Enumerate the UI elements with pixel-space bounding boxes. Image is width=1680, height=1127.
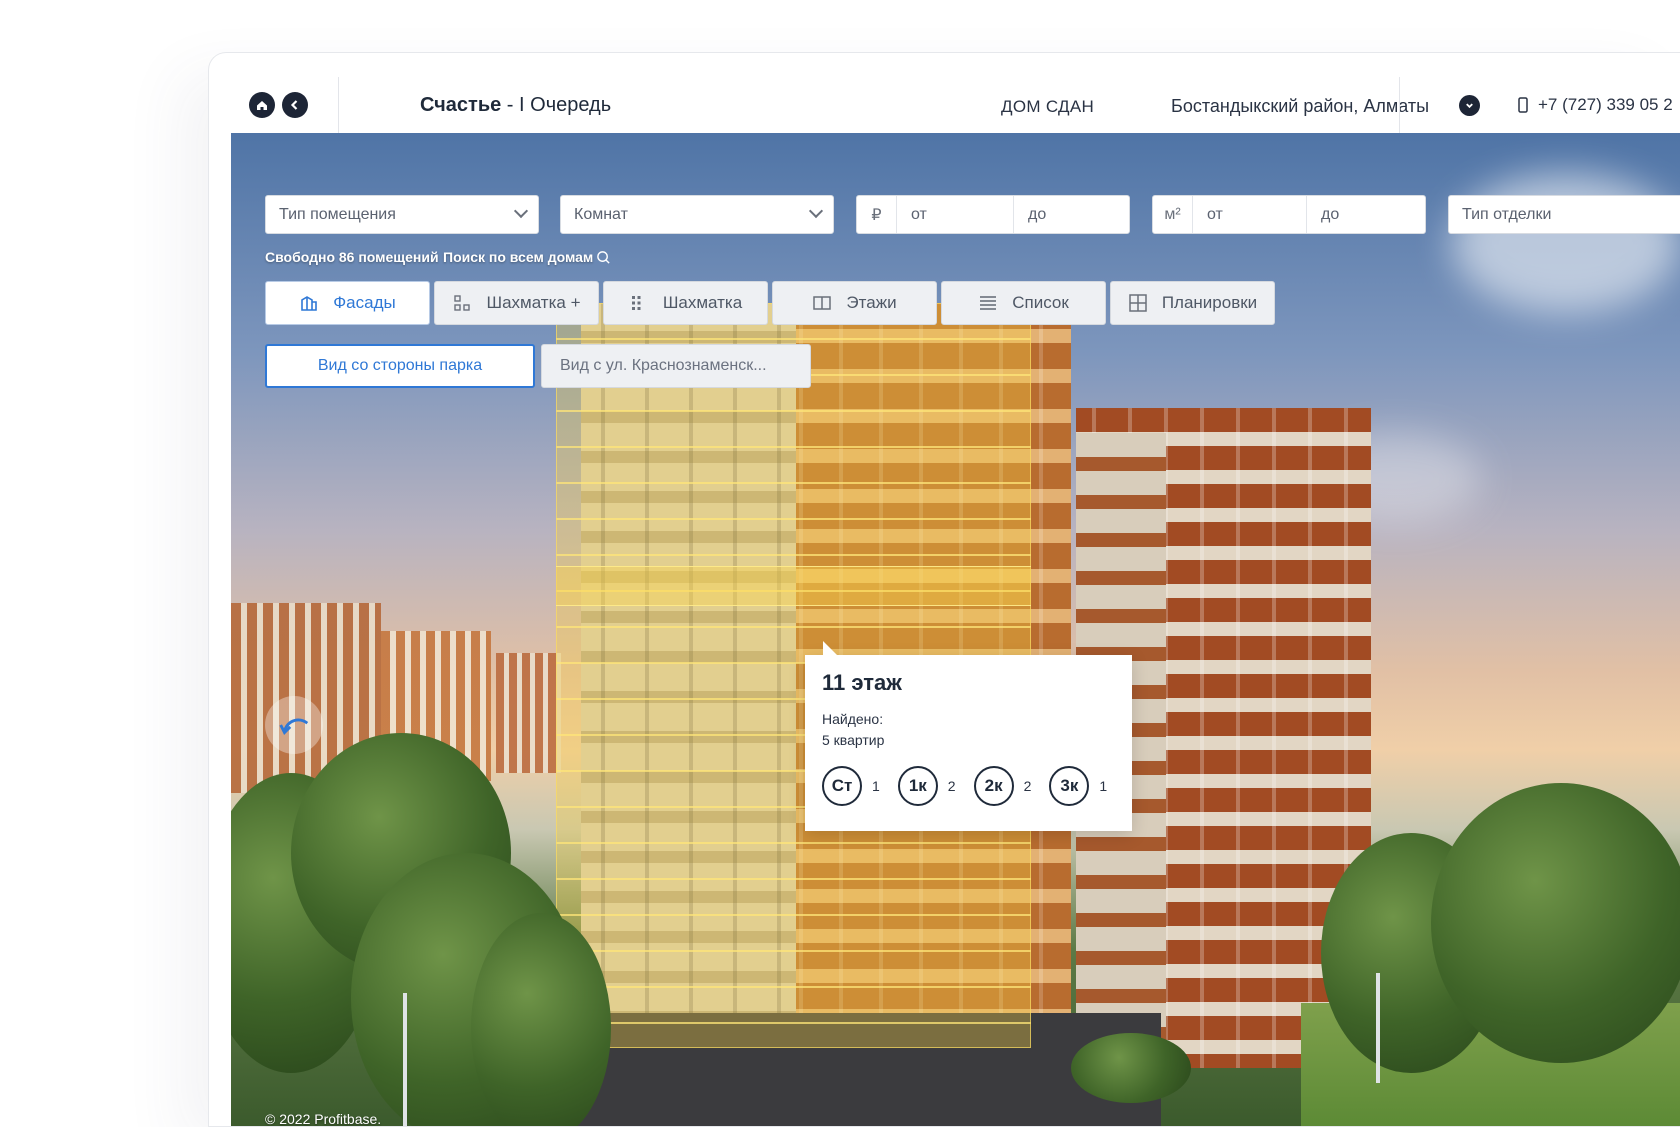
home-button[interactable] [249,92,275,118]
area-to-input[interactable]: до [1306,196,1425,233]
tab-chess[interactable]: Шахматка [603,281,768,325]
chip-count: 2 [1023,778,1032,794]
facade-view-switch: Вид со стороны парка Вид с ул. Краснозна… [265,344,811,388]
project-name: Счастье [420,94,502,116]
area-from-input[interactable]: от [1193,196,1306,233]
free-units-count: Свободно 86 помещений [265,249,439,265]
chip-count: 1 [1099,778,1108,794]
view-park-side[interactable]: Вид со стороны парка [265,344,535,388]
chip-count: 2 [947,778,956,794]
tab-label: Планировки [1161,293,1258,312]
view-street-side[interactable]: Вид с ул. Краснознаменск... [541,344,811,388]
chevron-down-icon [513,203,529,219]
price-range: ₽ от до [856,195,1130,234]
chip-label: 1к [897,766,938,806]
facade-viewer[interactable]: Тип помещения Комнат ₽ от до м² от до Ти… [231,133,1680,1127]
header-divider [338,77,339,133]
house-status: ДОМ СДАН [1001,97,1095,116]
selected-floor-overlay[interactable] [556,566,1031,606]
phone-number: +7 (727) 339 05 2 [1538,95,1673,114]
tab-list[interactable]: Список [941,281,1106,325]
chip-label: 3к [1049,766,1090,806]
chip-3-room[interactable]: 3к 1 [1049,766,1107,806]
finish-type-select[interactable]: Тип отделки [1448,195,1680,234]
floors-icon [813,296,832,310]
phone-icon [1518,97,1528,113]
header-divider [1399,77,1400,133]
copyright: © 2022 Profitbase. [265,1111,382,1127]
layout-icon [1129,294,1147,312]
chevron-left-icon [290,100,298,110]
rotate-view-button[interactable] [265,696,323,754]
top-header: Счастье - I Очередь ДОМ СДАН Бостандыкск… [231,77,1680,133]
chip-count: 1 [872,778,880,794]
tab-label: Этажи [846,293,897,312]
room-type-chips: Ст 1 1к 2 2к 2 3к 1 [822,766,1107,806]
chip-2-room[interactable]: 2к 2 [973,766,1032,806]
grid-plus-icon [454,295,471,311]
background-building [496,653,561,773]
search-all-label: Поиск по всем домам [443,249,594,265]
grid-dots-icon [631,296,641,310]
street-lamp [1376,973,1380,1083]
project-title: Счастье - I Очередь [420,94,611,117]
tab-chess-plus[interactable]: Шахматка + [434,281,599,325]
district-dropdown-button[interactable] [1459,95,1480,116]
area-unit-label: м² [1153,196,1193,233]
list-icon [980,296,997,310]
search-all-houses-link[interactable]: Поиск по всем домам [443,249,611,265]
finish-type-placeholder: Тип отделки [1462,205,1552,223]
district-label: Бостандыкский район, Алматы [1171,96,1430,116]
tab-layouts[interactable]: Планировки [1110,281,1275,325]
tab-label: Шахматка [662,293,743,312]
floor-title: 11 этаж [822,670,902,695]
back-button[interactable] [282,92,308,118]
cloud [1451,173,1680,313]
ruble-icon: ₽ [857,196,897,233]
rotate-arrow-icon [279,718,309,736]
tab-label: Шахматка + [486,293,581,312]
tab-floors[interactable]: Этажи [772,281,937,325]
project-stage: - I Очередь [501,94,612,116]
price-to-input[interactable]: до [1013,196,1129,233]
floor-popup: 11 этаж Найдено: 5 квартир Ст 1 1к 2 2к … [805,641,1132,831]
tab-label: Фасады [333,293,396,312]
chip-studio[interactable]: Ст 1 [822,766,880,806]
room-type-select[interactable]: Тип помещения [265,195,539,234]
rooms-select[interactable]: Комнат [560,195,834,234]
chip-1-room[interactable]: 1к 2 [897,766,956,806]
facade-icon [301,296,318,311]
search-icon [597,250,610,264]
price-from-input[interactable]: от [897,196,1013,233]
tab-label: Список [1012,293,1069,312]
chip-label: Ст [822,766,862,806]
tree [1431,783,1680,1063]
phone-link[interactable]: +7 (727) 339 05 2 [1518,95,1673,115]
area-range: м² от до [1152,195,1426,234]
chevron-down-icon [1466,103,1473,109]
home-icon [257,101,267,110]
tree [1071,1033,1191,1103]
app-window: Счастье - I Очередь ДОМ СДАН Бостандыкск… [208,52,1680,1127]
found-label: Найдено: [822,711,884,727]
tab-facades[interactable]: Фасады [265,281,430,325]
room-type-placeholder: Тип помещения [279,205,396,223]
chevron-down-icon [808,203,824,219]
view-mode-tabs: Фасады Шахматка + Шахматка Этажи Список … [265,281,1275,325]
found-count: 5 квартир [822,732,885,748]
street-lamp [403,993,407,1126]
rooms-placeholder: Комнат [574,205,628,223]
chip-label: 2к [973,766,1014,806]
tree [471,913,611,1126]
